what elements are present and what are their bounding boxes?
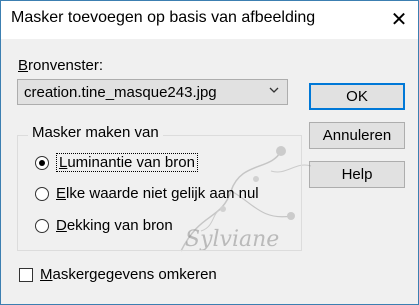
title-bar: Masker toevoegen op basis van afbeelding…	[1, 1, 418, 39]
radio-button[interactable]	[35, 218, 49, 233]
cancel-button[interactable]: Annuleren	[309, 122, 405, 149]
close-button[interactable]: ✕	[386, 7, 412, 31]
radio-label-nonzero: Elke waarde niet gelijk aan nul	[56, 185, 259, 202]
group-legend: Masker maken van	[28, 124, 163, 141]
source-label: Bronvenster:	[18, 57, 104, 74]
chevron-down-icon	[269, 87, 279, 93]
window-title: Masker toevoegen op basis van afbeelding	[11, 9, 316, 26]
help-button[interactable]: Help	[309, 161, 405, 188]
radio-label-luminance: Luminantie van bron	[56, 153, 198, 172]
dialog-window: Masker toevoegen op basis van afbeelding…	[0, 0, 419, 305]
ok-button[interactable]: OK	[309, 83, 405, 110]
radio-nonzero[interactable]: Elke waarde niet gelijk aan nul	[35, 185, 259, 202]
invert-mask-label: Maskergegevens omkeren	[40, 266, 217, 283]
radio-button[interactable]	[35, 186, 49, 201]
radio-luminance[interactable]: Luminantie van bron	[35, 153, 198, 172]
radio-button-checked[interactable]	[35, 155, 49, 170]
radio-label-opacity: Dekking van bron	[56, 217, 173, 234]
radio-opacity[interactable]: Dekking van bron	[35, 217, 173, 234]
invert-mask-checkbox-row[interactable]: Maskergegevens omkeren	[19, 266, 217, 283]
source-dropdown[interactable]: creation.tine_masque243.jpg	[17, 79, 288, 105]
close-icon: ✕	[390, 8, 408, 31]
source-dropdown-value: creation.tine_masque243.jpg	[24, 83, 217, 101]
invert-mask-checkbox[interactable]	[19, 267, 33, 282]
